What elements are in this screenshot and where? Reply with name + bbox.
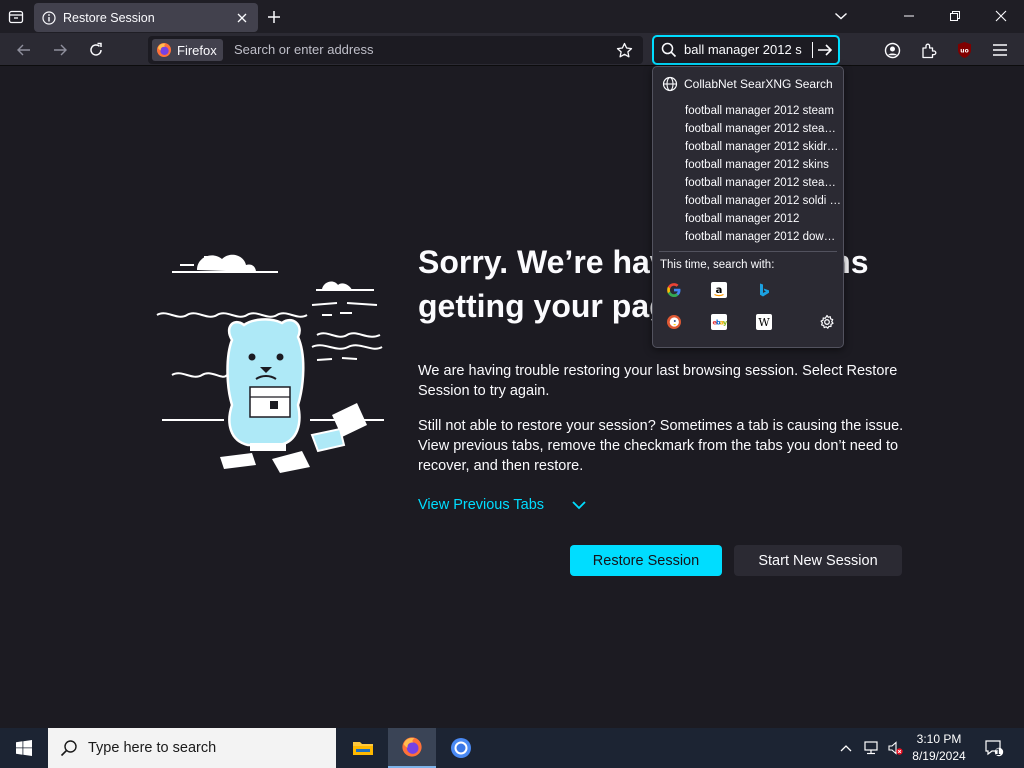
windows-start-icon[interactable] [0,728,48,768]
suggestion-item[interactable]: football manager 2012 steam workshop [685,174,841,192]
tab-restore-session[interactable]: Restore Session [34,3,258,32]
start-new-session-button[interactable]: Start New Session [734,545,902,576]
identity-label: Firefox [177,42,217,58]
svg-text:y: y [723,319,727,327]
info-icon [41,10,57,26]
view-previous-tabs-toggle[interactable]: View Previous Tabs [418,496,588,514]
clock-date: 8/19/2024 [912,749,966,763]
search-suggestions-popup: CollabNet SearXNG Search football manage… [652,66,844,348]
globe-icon [662,76,678,92]
file-explorer-icon[interactable] [339,728,387,768]
navigation-toolbar: Firefox Search or enter address ball man… [0,33,1024,66]
search-engine-name: CollabNet SearXNG Search [684,77,833,91]
close-tab-icon[interactable] [232,8,252,28]
ebay-icon[interactable]: ebay [708,311,730,333]
network-icon[interactable] [861,738,881,758]
back-arrow-icon[interactable] [11,37,37,63]
volume-muted-icon[interactable] [885,738,905,758]
list-all-tabs-icon[interactable] [818,0,864,32]
chevron-up-icon[interactable] [836,738,856,758]
description-paragraph-2: Still not able to restore your session? … [418,418,904,474]
extensions-icon[interactable] [915,37,941,63]
menu-hamburger-icon[interactable] [987,37,1013,63]
search-icon [661,42,677,58]
account-icon[interactable] [879,37,905,63]
google-icon[interactable] [663,279,685,301]
taskbar-search-placeholder: Type here to search [88,740,217,756]
tab-title: Restore Session [63,10,155,25]
svg-text:W: W [758,316,770,329]
go-arrow-icon[interactable] [816,41,834,59]
taskbar-search-box[interactable]: Type here to search [48,728,336,768]
bing-icon[interactable] [753,279,775,301]
forward-arrow-icon[interactable] [47,37,73,63]
duckduckgo-icon[interactable] [663,311,685,333]
settings-icon[interactable] [816,311,838,333]
clock-time: 3:10 PM [916,732,962,746]
identity-box[interactable]: Firefox [152,39,223,61]
firefox-logo-icon [157,43,171,57]
firefox-view-icon[interactable] [4,6,28,28]
suggestion-item[interactable]: football manager 2012 download [685,228,841,246]
chromium-icon[interactable] [437,728,485,768]
suggestion-item[interactable]: football manager 2012 skidrow [685,138,841,156]
polar-bear-illustration [156,254,384,473]
suggestion-item[interactable]: football manager 2012 steam [685,102,841,120]
taskbar-clock[interactable]: 3:10 PM 8/19/2024 [906,731,972,765]
suggestion-item[interactable]: football manager 2012 soldi infiniti [685,192,841,210]
chevron-down-icon [572,501,586,510]
this-time-search-label: This time, search with: [660,259,775,271]
restore-session-button[interactable]: Restore Session [570,545,722,576]
popup-divider [659,251,837,252]
minimize-icon[interactable] [886,0,932,32]
suggestion-item[interactable]: football manager 2012 skins [685,156,841,174]
search-input[interactable]: ball manager 2012 s [684,37,802,63]
current-search-engine[interactable]: CollabNet SearXNG Search [653,73,843,95]
tab-strip: Restore Session [0,0,1024,33]
amazon-icon[interactable]: a [708,279,730,301]
search-bar[interactable]: ball manager 2012 s [652,35,840,65]
suggestion-item[interactable]: football manager 2012 steam key [685,120,841,138]
description-paragraph-1: We are having trouble restoring your las… [418,363,898,399]
text-caret [812,42,813,58]
svg-text:a: a [716,285,723,296]
svg-text:uo: uo [960,47,968,54]
restore-window-icon[interactable] [932,0,978,32]
notification-count: 1 [995,747,1001,757]
wikipedia-icon[interactable]: W [753,311,775,333]
close-window-icon[interactable] [978,0,1024,32]
new-tab-icon[interactable] [262,6,286,28]
reload-icon[interactable] [83,37,109,63]
address-input[interactable]: Search or enter address [234,36,373,64]
url-bar[interactable]: Firefox Search or enter address [148,36,643,64]
search-icon [60,740,77,757]
firefox-taskbar-icon[interactable] [388,728,436,768]
windows-taskbar: Type here to search 3:10 PM 8/19/2024 1 [0,728,1024,768]
view-previous-tabs-label: View Previous Tabs [418,497,545,513]
bookmark-star-icon[interactable] [614,40,634,60]
suggestion-item[interactable]: football manager 2012 [685,210,841,228]
ublock-origin-icon[interactable]: uo [951,37,977,63]
